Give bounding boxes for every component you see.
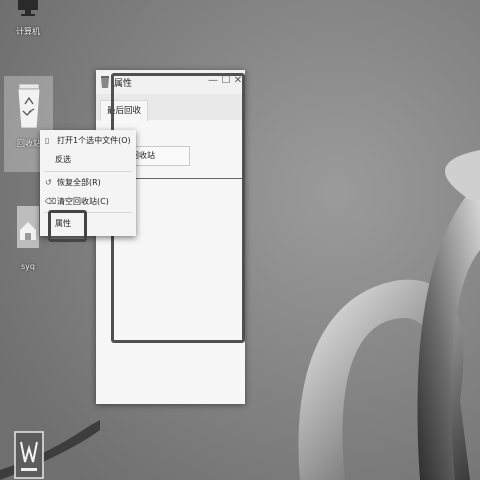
menu-item-invert-selection[interactable]: 反选 [40,151,136,169]
wps-writer-icon [14,431,44,479]
desktop-icon-wps-writer[interactable] [2,428,52,480]
menu-item-label: 反选 [55,155,71,164]
computer-icon [18,0,38,16]
desktop-icon-label: 计算机 [16,27,40,36]
menu-item-open-selected[interactable]: ▯ 打开1个选中文件(O) [40,132,136,150]
menu-item-label: 恢复全部(R) [57,178,101,187]
recycle-bin-icon [17,83,41,129]
menu-item-empty-bin[interactable]: ⌫ 清空回收站(C) [40,193,136,211]
menu-separator [44,171,132,172]
restore-icon: ↺ [45,178,52,187]
file-open-icon: ▯ [45,136,50,145]
menu-item-restore-all[interactable]: ↺ 恢复全部(R) [40,174,136,192]
recycle-bin-icon [101,76,109,88]
empty-bin-icon: ⌫ [45,197,57,206]
desktop-icon-computer[interactable]: 计算机 [3,0,53,37]
menu-item-label: 清空回收站(C) [57,197,109,206]
desktop-icon-label: syq [21,262,35,271]
menu-item-label: 打开1个选中文件(O) [57,136,131,145]
properties-item-highlight [48,210,87,242]
